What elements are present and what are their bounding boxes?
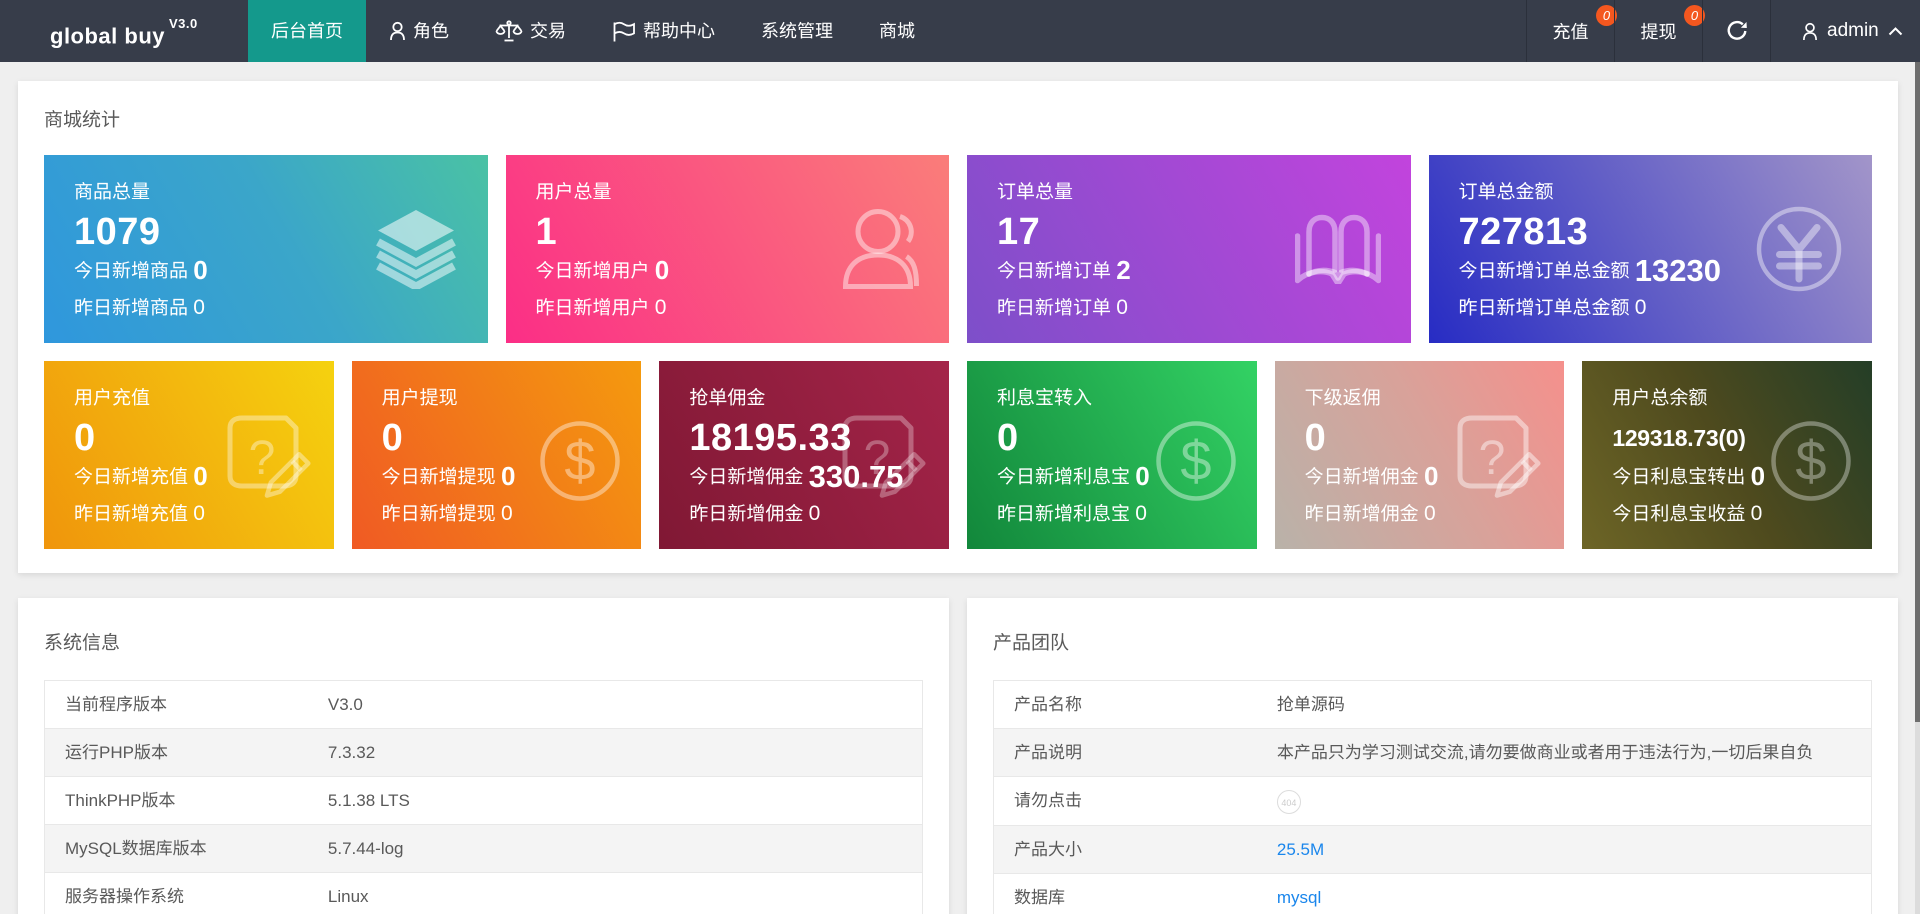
svg-text:$: $ <box>565 429 596 492</box>
svg-text:?: ? <box>1479 432 1506 485</box>
svg-text:?: ? <box>248 432 275 485</box>
svg-text:$: $ <box>1180 429 1211 492</box>
svg-text:?: ? <box>864 432 891 485</box>
svg-text:$: $ <box>1795 429 1826 492</box>
